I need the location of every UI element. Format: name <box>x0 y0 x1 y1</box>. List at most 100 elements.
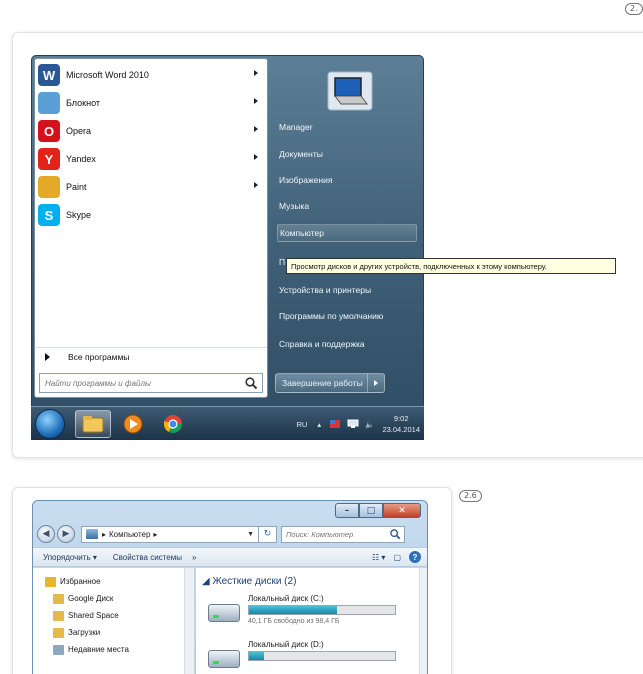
back-button[interactable]: ◀ <box>37 525 55 543</box>
start-search-input[interactable] <box>40 378 244 388</box>
taskbar-explorer-button[interactable] <box>75 410 111 438</box>
breadcrumb-separator: ▸ <box>102 529 107 539</box>
start-program-item[interactable]: Y Yandex <box>35 145 267 173</box>
refresh-button[interactable]: ↻ <box>259 525 277 543</box>
navigation-scrollbar[interactable] <box>184 568 194 674</box>
volume-icon[interactable]: 🔈 <box>365 420 374 429</box>
figure-badge-2-6: 2.6 <box>459 490 482 502</box>
back-arrow-icon: ◀ <box>42 529 50 539</box>
maximize-button[interactable]: □ <box>359 503 383 518</box>
start-program-item[interactable]: Блокнот <box>35 89 267 117</box>
start-program-item[interactable]: O Opera <box>35 117 267 145</box>
start-program-item[interactable]: S Skype <box>35 201 267 229</box>
start-menu-link[interactable]: Устройства и принтеры <box>277 281 417 299</box>
hard-drive-icon <box>208 650 240 668</box>
start-menu-link[interactable]: Музыка <box>277 197 417 215</box>
submenu-arrow-icon[interactable] <box>254 126 258 132</box>
media-player-icon <box>123 414 143 434</box>
drive-item[interactable]: Локальный диск (C:) 40,1 ГБ свободно из 9… <box>208 594 408 634</box>
command-bar-button[interactable]: Свойства системы <box>113 553 182 562</box>
navigation-row: ◀ ▶ ▸ Компьютер ▸ ▼ ↻ <box>33 523 427 545</box>
drive-free-space: 40,1 ГБ свободно из 98,4 ГБ <box>248 618 340 625</box>
all-programs-button[interactable]: Все программы <box>35 347 267 365</box>
breadcrumb-separator-end: ▸ <box>153 529 158 539</box>
folder-icon <box>53 627 64 638</box>
drive-usage-fill <box>249 652 264 660</box>
preview-pane-icon[interactable]: ▢ <box>393 553 401 562</box>
submenu-arrow-icon[interactable] <box>254 70 258 76</box>
start-menu-link[interactable]: Изображения <box>277 171 417 189</box>
computer-tooltip: Просмотр дисков и других устройств, подк… <box>286 258 616 274</box>
submenu-arrow-icon[interactable] <box>254 98 258 104</box>
search-icon[interactable] <box>389 528 401 540</box>
minimize-button[interactable]: – <box>335 503 359 518</box>
navigation-item-label: Google Диск <box>68 594 114 603</box>
forward-button[interactable]: ▶ <box>57 525 75 543</box>
taskbar: RU ▴ 🔈 9:02 23.04.2014 <box>31 406 424 440</box>
tray-arrow-icon[interactable]: ▴ <box>317 420 321 429</box>
opera-icon: O <box>38 120 60 142</box>
clock-time: 9:02 <box>393 414 409 423</box>
change-view-icon[interactable]: ☷ ▾ <box>372 553 385 562</box>
shutdown-label: Завершение работы <box>276 374 368 392</box>
taskbar-chrome-button[interactable] <box>155 410 191 438</box>
forward-arrow-icon: ▶ <box>62 529 70 539</box>
submenu-arrow-icon[interactable] <box>254 182 258 188</box>
address-bar[interactable]: ▸ Компьютер ▸ ▼ <box>81 525 259 543</box>
start-menu-link[interactable]: Документы <box>277 145 417 163</box>
command-bar-button[interactable]: » <box>192 553 196 562</box>
navigation-item[interactable]: Недавние места <box>53 642 129 657</box>
network-icon[interactable] <box>347 419 359 429</box>
submenu-arrow-icon[interactable] <box>254 154 258 160</box>
computer-icon <box>86 529 98 539</box>
navigation-item[interactable]: Избранное <box>45 574 101 589</box>
drive-item[interactable]: Локальный диск (D:) <box>208 640 408 674</box>
drive-usage-bar <box>248 651 396 661</box>
content-scrollbar[interactable] <box>419 568 427 674</box>
address-dropdown-icon[interactable]: ▼ <box>247 531 254 538</box>
start-program-label: Skype <box>66 210 92 220</box>
clock-date: 23.04.2014 <box>382 425 420 434</box>
shutdown-options-arrow-icon[interactable] <box>368 374 384 392</box>
command-bar-button[interactable]: Упорядочить ▾ <box>43 553 97 562</box>
group-label: Жесткие диски (2) <box>212 576 297 587</box>
window-controls: – □ ✕ <box>335 503 421 518</box>
triangle-right-icon <box>45 352 50 361</box>
folder-icon <box>53 610 64 621</box>
drive-usage-bar <box>248 605 396 615</box>
navigation-pane: Избранное Google Диск Shared Space Загрузки… <box>33 568 195 674</box>
taskbar-media-player-button[interactable] <box>115 410 151 438</box>
start-menu-link[interactable]: Справка и поддержка <box>277 335 417 353</box>
paint-icon <box>38 176 60 198</box>
shutdown-button[interactable]: Завершение работы <box>275 373 385 393</box>
start-program-item[interactable]: Paint <box>35 173 267 201</box>
flag-icon[interactable] <box>329 419 341 429</box>
system-tray: RU ▴ 🔈 9:02 23.04.2014 <box>297 407 421 441</box>
user-picture-icon[interactable] <box>327 71 373 111</box>
explorer-search-box[interactable] <box>281 525 405 543</box>
start-search-box[interactable] <box>39 373 263 393</box>
help-icon[interactable]: ? <box>409 551 421 563</box>
start-menu-link[interactable]: Программы по умолчанию <box>277 307 417 325</box>
notepad-icon <box>38 92 60 114</box>
start-program-label: Блокнот <box>66 98 101 108</box>
start-program-label: Paint <box>66 182 87 192</box>
navigation-item[interactable]: Google Диск <box>53 591 113 606</box>
close-button[interactable]: ✕ <box>383 503 421 518</box>
start-program-label: Microsoft Word 2010 <box>66 70 149 80</box>
language-indicator[interactable]: RU <box>297 420 308 429</box>
start-program-item[interactable]: W Microsoft Word 2010 <box>35 61 267 89</box>
hard-drives-group-header[interactable]: ◢ Жесткие диски (2) <box>202 576 296 587</box>
breadcrumb-computer[interactable]: Компьютер <box>109 530 150 539</box>
search-icon[interactable] <box>244 376 258 390</box>
clock[interactable]: 9:02 23.04.2014 <box>382 413 420 435</box>
start-menu-link[interactable]: Manager <box>277 118 417 136</box>
navigation-item[interactable]: Shared Space <box>53 608 119 623</box>
start-menu-link[interactable]: Компьютер <box>277 224 417 242</box>
windows-start-orb-icon[interactable] <box>35 409 65 439</box>
all-programs-label: Все программы <box>68 351 130 362</box>
navigation-item[interactable]: Загрузки <box>53 625 100 640</box>
drive-usage-fill <box>249 606 337 614</box>
explorer-search-input[interactable] <box>282 529 389 539</box>
chrome-icon <box>164 415 182 434</box>
